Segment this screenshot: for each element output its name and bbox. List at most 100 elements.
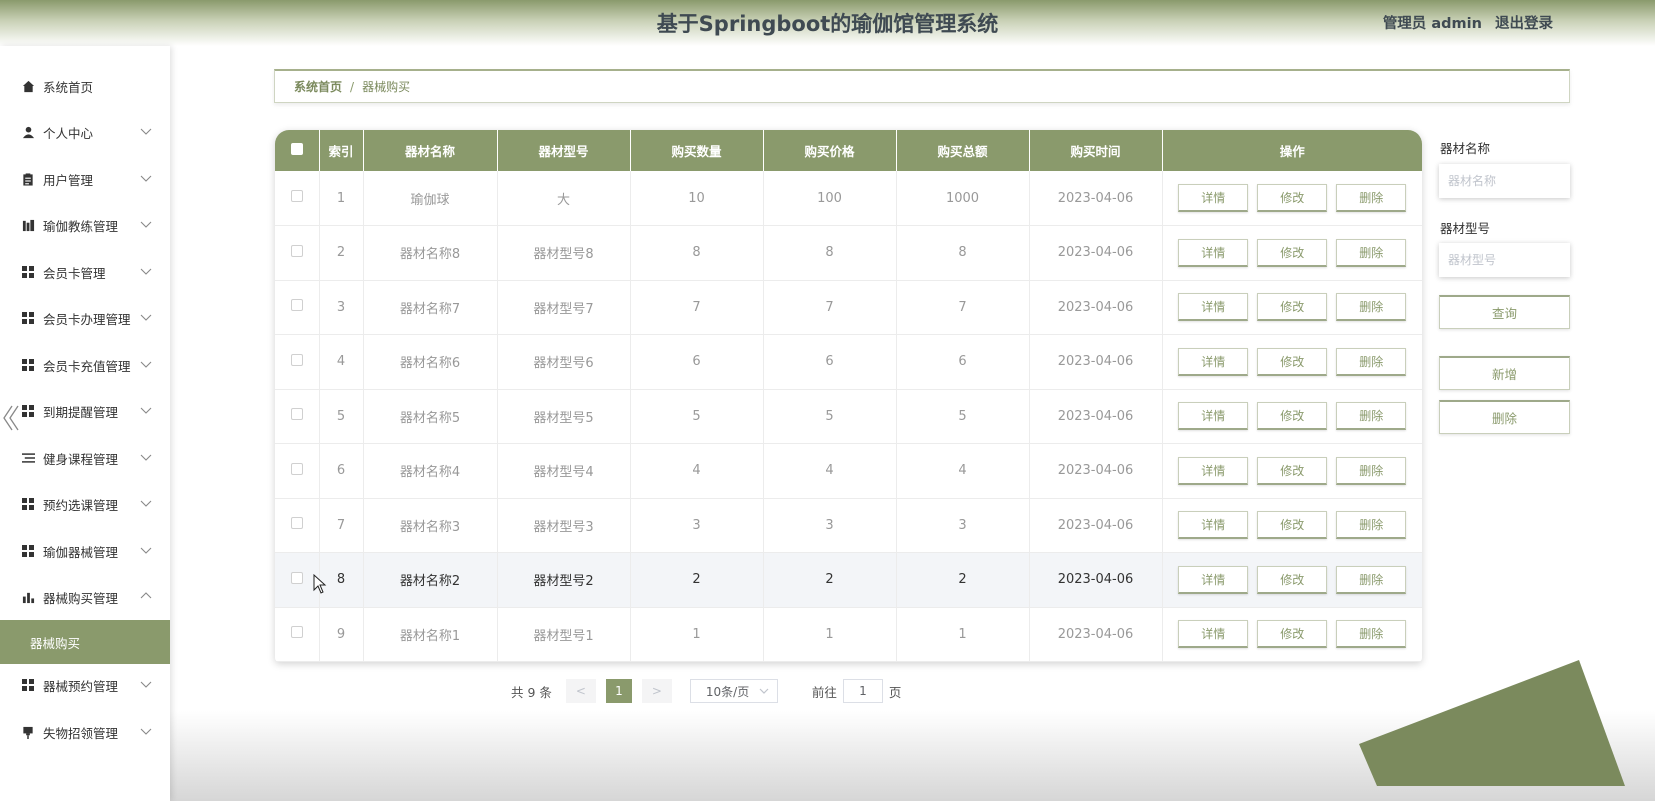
chevron-up-icon[interactable] <box>140 590 152 602</box>
chevron-down-icon[interactable] <box>140 125 152 137</box>
sidebar-item-10[interactable]: 瑜伽器械管理 <box>0 531 170 571</box>
delete-button[interactable]: 删除 <box>1336 620 1407 649</box>
delete-button[interactable]: 删除 <box>1336 456 1407 485</box>
row-checkbox[interactable] <box>290 517 303 530</box>
cell-total: 5 <box>896 389 1030 444</box>
table-row: 1 瑜伽球大 10 100 1000 2023-04-06 详情 修改 删除 <box>275 171 1422 226</box>
chevron-down-icon[interactable] <box>140 725 152 737</box>
row-checkbox[interactable] <box>290 190 303 202</box>
edit-button[interactable]: 修改 <box>1257 347 1328 376</box>
edit-button[interactable]: 修改 <box>1257 511 1328 540</box>
chevron-down-icon[interactable] <box>140 497 152 509</box>
breadcrumb-home[interactable]: 系统首页 <box>294 78 342 95</box>
row-checkbox[interactable] <box>290 299 303 312</box>
chevron-down-icon[interactable] <box>140 172 152 184</box>
sidebar-item-label: 健身课程管理 <box>43 451 119 467</box>
delete-button[interactable]: 删除 <box>1336 184 1407 212</box>
row-select-cell <box>275 225 320 281</box>
edit-button[interactable]: 修改 <box>1257 565 1328 594</box>
row-checkbox[interactable] <box>290 626 303 639</box>
chevron-down-icon[interactable] <box>140 265 152 277</box>
detail-button[interactable]: 详情 <box>1178 347 1249 376</box>
bar-chart-icon <box>21 590 35 604</box>
person-icon <box>21 125 35 139</box>
row-checkbox[interactable] <box>290 353 303 366</box>
sidebar-item-5[interactable]: 会员卡办理管理 <box>0 298 170 338</box>
row-checkbox[interactable] <box>290 571 303 584</box>
detail-button[interactable]: 详情 <box>1178 293 1249 322</box>
sidebar-item-7[interactable]: 到期提醒管理 <box>0 391 170 431</box>
edit-button[interactable]: 修改 <box>1257 293 1328 322</box>
edit-button[interactable]: 修改 <box>1257 402 1328 431</box>
chevron-down-icon[interactable] <box>140 678 152 690</box>
edit-button[interactable]: 修改 <box>1257 238 1328 267</box>
sidebar-item-3[interactable]: 瑜伽教练管理 <box>0 205 170 245</box>
batch-delete-button[interactable]: 删除 <box>1439 400 1570 434</box>
sidebar-item-label: 器械预约管理 <box>43 678 119 694</box>
cell-index: 1 <box>319 171 364 226</box>
detail-button[interactable]: 详情 <box>1178 511 1249 540</box>
chevron-down-icon[interactable] <box>140 358 152 370</box>
sidebar-item-label: 失物招领管理 <box>43 725 119 741</box>
logout-link[interactable]: 退出登录 <box>1495 16 1553 32</box>
detail-button[interactable]: 详情 <box>1178 565 1249 594</box>
sidebar-item-9[interactable]: 预约选课管理 <box>0 484 170 524</box>
detail-button[interactable]: 详情 <box>1178 456 1249 485</box>
sidebar-item-8[interactable]: 健身课程管理 <box>0 438 170 478</box>
cell-name: 器材名称1 <box>363 607 498 662</box>
sidebar-item-6[interactable]: 会员卡充值管理 <box>0 345 170 385</box>
delete-button[interactable]: 删除 <box>1336 238 1407 267</box>
row-checkbox[interactable] <box>290 462 303 475</box>
sidebar-item-4[interactable]: 会员卡管理 <box>0 252 170 292</box>
delete-button[interactable]: 删除 <box>1336 347 1407 376</box>
cell-name: 器材名称2 <box>363 552 498 608</box>
sidebar-item-label: 瑜伽教练管理 <box>43 218 119 234</box>
delete-button[interactable]: 删除 <box>1336 402 1407 431</box>
edit-button[interactable]: 修改 <box>1257 184 1328 212</box>
sidebar-item-13[interactable]: 器械预约管理 <box>0 665 170 705</box>
sidebar-item-2[interactable]: 用户管理 <box>0 159 170 199</box>
sidebar-collapse-icon[interactable] <box>2 404 20 432</box>
edit-button[interactable]: 修改 <box>1257 456 1328 485</box>
table-row: 4 器材名称6 器材型号6 6 6 6 2023-04-06 详情 修改 删除 <box>275 334 1422 390</box>
sidebar-item-12[interactable]: 器械购买 <box>0 620 170 664</box>
detail-button[interactable]: 详情 <box>1178 620 1249 649</box>
chevron-down-icon[interactable] <box>140 311 152 323</box>
chevron-down-icon[interactable] <box>140 544 152 556</box>
list-icon <box>21 451 35 465</box>
detail-button[interactable]: 详情 <box>1178 184 1249 212</box>
chevron-down-icon[interactable] <box>140 218 152 230</box>
select-all-checkbox[interactable] <box>290 143 303 155</box>
pagination-prev-button[interactable]: < <box>565 679 596 703</box>
sidebar-item-14[interactable]: 失物招领管理 <box>0 712 170 752</box>
cell-total: 3 <box>896 498 1030 553</box>
pagination-next-button[interactable]: > <box>641 679 672 703</box>
delete-button[interactable]: 删除 <box>1336 293 1407 322</box>
chevron-down-icon[interactable] <box>140 404 152 416</box>
chevron-down-icon[interactable] <box>140 451 152 463</box>
row-checkbox[interactable] <box>290 244 303 257</box>
model-search-input[interactable] <box>1439 243 1570 277</box>
cell-price: 6 <box>763 334 897 390</box>
sidebar-item-0[interactable]: 系统首页 <box>0 66 170 106</box>
delete-button[interactable]: 删除 <box>1336 565 1407 594</box>
add-button[interactable]: 新增 <box>1439 356 1570 390</box>
delete-button[interactable]: 删除 <box>1336 511 1407 540</box>
row-checkbox[interactable] <box>290 408 303 421</box>
detail-button[interactable]: 详情 <box>1178 238 1249 267</box>
cell-price: 5 <box>763 389 897 444</box>
sidebar-item-label: 器械购买管理 <box>43 590 119 606</box>
sidebar-item-11[interactable]: 器械购买管理 <box>0 577 170 617</box>
page-size-select[interactable]: 10条/页 <box>689 679 778 703</box>
pagination-page-1[interactable]: 1 <box>605 679 632 703</box>
sidebar-item-1[interactable]: 个人中心 <box>0 112 170 152</box>
query-button[interactable]: 查询 <box>1439 295 1570 329</box>
cell-actions: 详情 修改 删除 <box>1162 389 1422 444</box>
detail-button[interactable]: 详情 <box>1178 402 1249 431</box>
sidebar-item-label: 预约选课管理 <box>43 497 119 513</box>
cell-name: 器材名称3 <box>363 498 498 553</box>
name-search-input[interactable] <box>1439 164 1570 198</box>
edit-button[interactable]: 修改 <box>1257 620 1328 649</box>
table-header-row: 索引 器材名称 器材型号 购买数量 购买价格 购买总额 购买时间 操作 <box>275 130 1422 171</box>
pagination-goto-input[interactable] <box>842 679 883 703</box>
